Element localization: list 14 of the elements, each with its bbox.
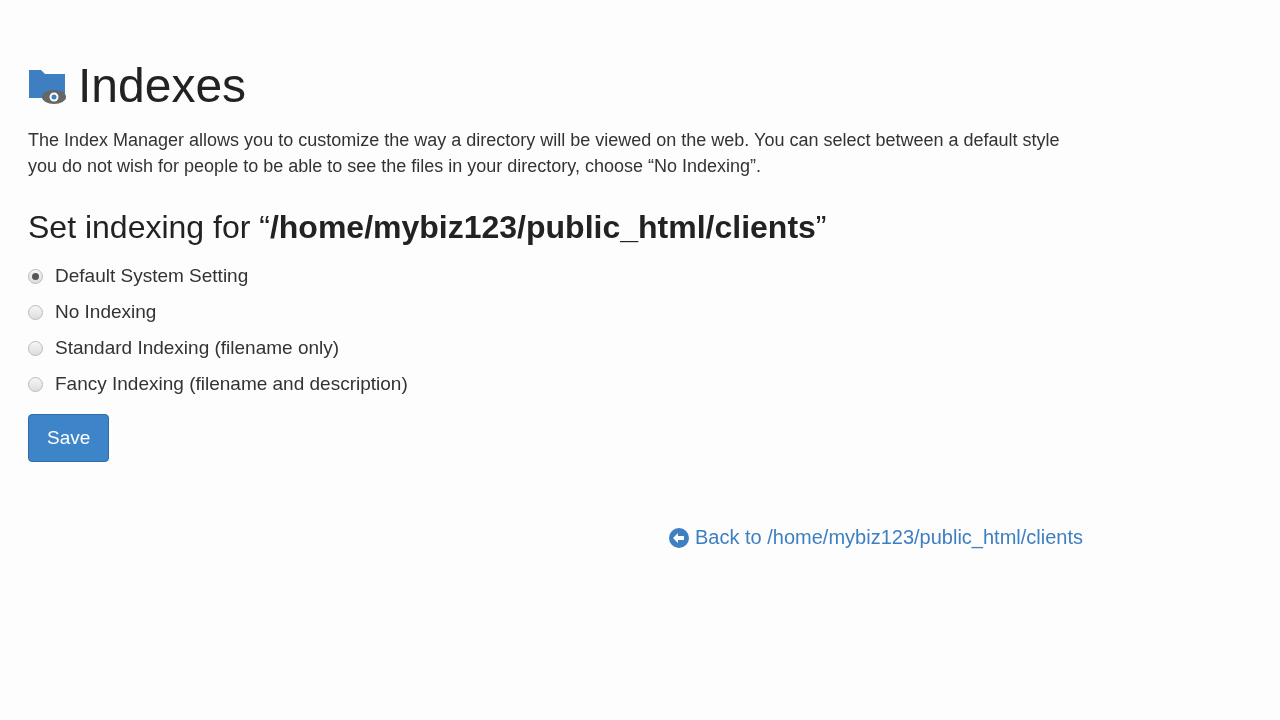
radio-label[interactable]: No Indexing <box>55 301 157 323</box>
page-title: Indexes <box>78 58 247 113</box>
radio-label[interactable]: Fancy Indexing (filename and description) <box>55 373 408 395</box>
description-text: you do not wish for people to be able to see the files in your directory, choose “No Indexing”. <box>28 155 762 178</box>
section-heading: Set indexing for “/home/mybiz123/public_html/clients” <box>28 209 828 246</box>
radio-label[interactable]: Standard Indexing (filename only) <box>55 337 340 359</box>
radio-button[interactable] <box>28 376 43 392</box>
description-text: The Index Manager allows you to customize the way a directory will be viewed on the web. You can select between a default style <box>28 129 1060 152</box>
radio-button[interactable] <box>28 268 43 284</box>
radio-button[interactable] <box>28 304 43 320</box>
radio-button[interactable] <box>28 340 43 356</box>
back-link[interactable]: Back to /home/mybiz123/public_html/clients <box>669 526 1083 549</box>
save-button[interactable]: Save <box>28 414 110 462</box>
radio-label[interactable]: Default System Setting <box>55 265 249 287</box>
